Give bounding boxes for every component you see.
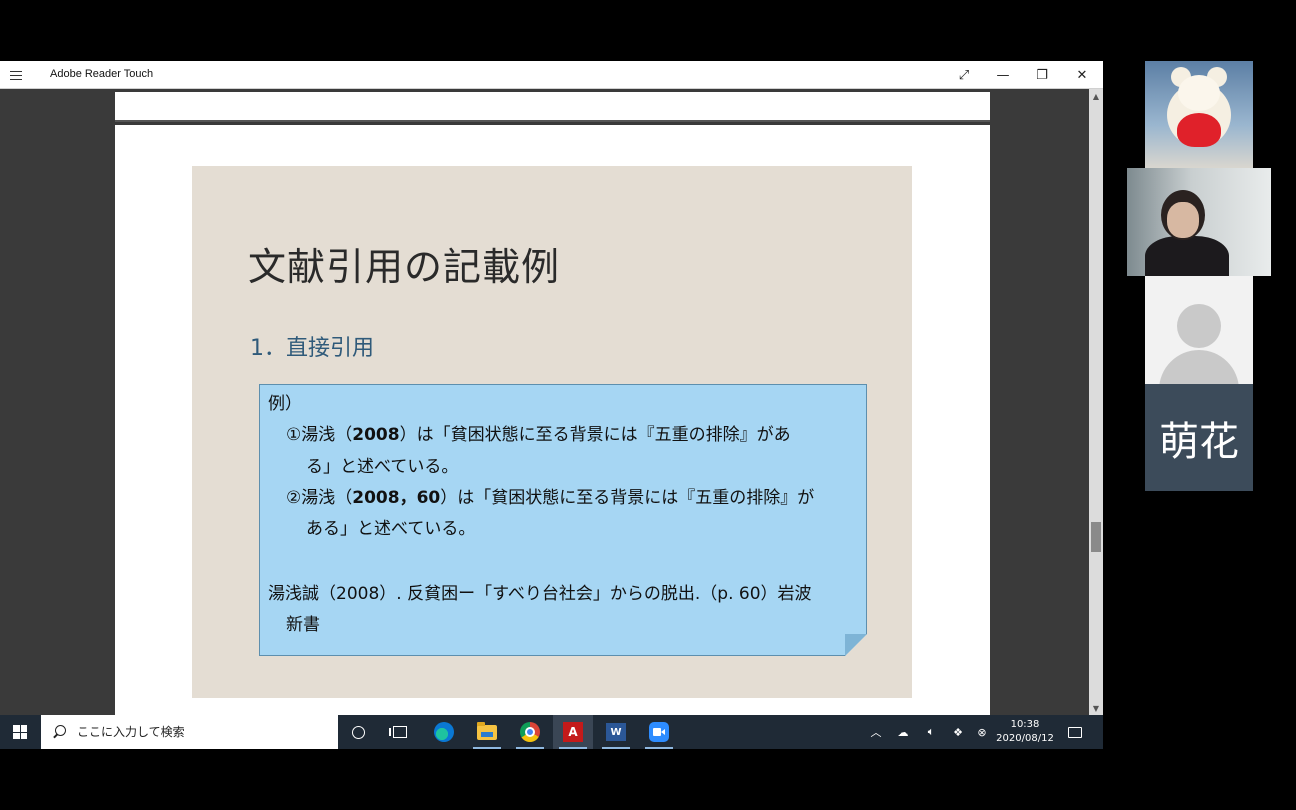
taskbar-search-box[interactable]	[41, 715, 338, 749]
shared-screen: Adobe Reader Touch ⤢ — ❐ ✕ 文献引用の記載例 1．直接…	[0, 61, 1103, 749]
taskbar-word[interactable]: W	[596, 715, 636, 749]
participant-video-off[interactable]: 萌花	[1145, 276, 1253, 491]
scroll-down-arrow-icon[interactable]: ▼	[1089, 701, 1103, 715]
app-title: Adobe Reader Touch	[50, 68, 154, 80]
windows-logo-icon	[13, 725, 27, 739]
previous-page-bottom	[115, 92, 990, 122]
participant-video-woman[interactable]	[1127, 168, 1271, 276]
document-viewport[interactable]: 文献引用の記載例 1．直接引用 例） ①湯浅（2008）は「貧困状態に至る背景に…	[0, 89, 1103, 725]
reference-line-1: 湯浅誠（2008）. 反貧困ー「すべり台社会」からの脱出.（p. 60）岩波	[268, 584, 812, 604]
clock-time: 10:38	[1010, 719, 1040, 730]
taskbar-acrobat[interactable]: A	[553, 715, 593, 749]
notification-icon	[1068, 726, 1082, 738]
taskbar-clock[interactable]: 10:38 2020/08/12	[990, 718, 1060, 746]
chrome-icon	[520, 722, 540, 742]
slide-title: 文献引用の記載例	[248, 245, 561, 289]
taskbar-file-explorer[interactable]	[467, 715, 507, 749]
restore-button[interactable]: ❐	[1022, 61, 1062, 89]
volume-icon[interactable]: 🔈︎	[920, 715, 942, 749]
default-avatar-icon	[1177, 304, 1221, 348]
file-explorer-icon	[477, 721, 497, 740]
taskbar-chrome[interactable]	[510, 715, 550, 749]
edge-browser-icon	[434, 722, 454, 742]
reference-line-2: 新書	[286, 615, 320, 635]
taskbar-zoom[interactable]	[639, 715, 679, 749]
callout-folded-corner	[845, 634, 867, 656]
minimize-button[interactable]: —	[983, 61, 1023, 89]
task-view-icon	[389, 726, 407, 738]
acrobat-reader-icon: A	[563, 722, 583, 742]
taskbar-edge[interactable]	[424, 715, 464, 749]
scrollbar-thumb[interactable]	[1091, 522, 1101, 552]
bear-face	[1178, 75, 1220, 111]
callout-label: 例）	[268, 394, 302, 414]
task-view-button[interactable]	[380, 715, 420, 749]
windows-taskbar: A W ︿ ☁ 🔈︎ ❖ ⊗ 10:38 2020/08/12	[0, 715, 1103, 749]
cortana-circle-icon	[351, 725, 365, 739]
onedrive-cloud-icon[interactable]: ☁	[892, 715, 914, 749]
cortana-button[interactable]	[338, 715, 378, 749]
clock-date: 2020/08/12	[996, 733, 1054, 744]
participant-video-bear[interactable]	[1145, 61, 1253, 168]
close-button[interactable]: ✕	[1062, 61, 1102, 89]
example-item-1-line-2: る」と述べている。	[306, 457, 459, 477]
taskbar-search-input[interactable]	[77, 725, 317, 739]
word-icon: W	[606, 723, 626, 741]
person-body	[1145, 236, 1229, 276]
person-face	[1167, 202, 1199, 238]
zoom-icon	[649, 722, 669, 742]
bear-heart-icon	[1177, 113, 1221, 147]
scroll-up-arrow-icon[interactable]: ▲	[1089, 89, 1103, 103]
example-item-1-line-1: ①湯浅（2008）は「貧困状態に至る背景には『五重の排除』があ	[286, 425, 791, 445]
start-button[interactable]	[0, 715, 40, 749]
search-icon	[53, 725, 67, 739]
hamburger-menu-icon[interactable]	[10, 67, 28, 83]
example-item-2-line-2: ある」と述べている。	[306, 519, 476, 539]
participant-name-card: 萌花	[1145, 384, 1253, 491]
example-item-2-line-1: ②湯浅（2008，60）は「貧困状態に至る背景には『五重の排除』が	[286, 488, 815, 508]
pdf-page: 文献引用の記載例 1．直接引用 例） ①湯浅（2008）は「貧困状態に至る背景に…	[115, 125, 990, 725]
dropbox-icon[interactable]: ❖	[947, 715, 969, 749]
slide-subtitle: 1．直接引用	[250, 336, 374, 361]
app-titlebar: Adobe Reader Touch ⤢ — ❐ ✕	[0, 61, 1103, 89]
show-hidden-icons-chevron-icon[interactable]: ︿	[866, 715, 886, 749]
vertical-scrollbar[interactable]: ▲ ▼	[1089, 89, 1103, 715]
action-center-button[interactable]	[1064, 715, 1086, 749]
slide: 文献引用の記載例 1．直接引用 例） ①湯浅（2008）は「貧困状態に至る背景に…	[192, 166, 912, 698]
fullscreen-button[interactable]: ⤢	[944, 61, 984, 89]
